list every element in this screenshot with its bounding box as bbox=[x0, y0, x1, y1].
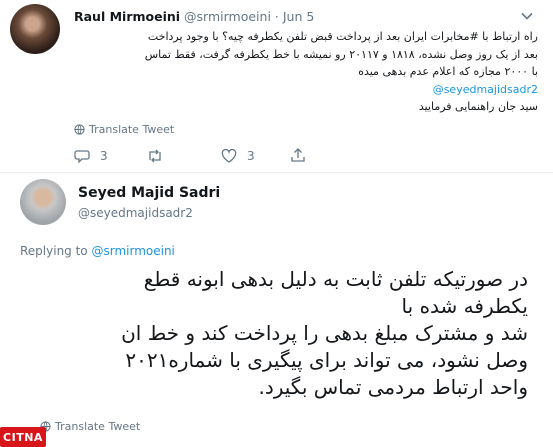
tweet1-text: راه ارتباط با #مخابرات ایران بعد از پردا… bbox=[66, 28, 538, 116]
translate-tweet[interactable]: Translate Tweet bbox=[74, 123, 174, 136]
tweet-line: واحد ارتباط مردمی تماس بگیرد. bbox=[258, 375, 528, 399]
share-icon bbox=[291, 148, 305, 162]
translate-tweet[interactable]: Translate Tweet bbox=[40, 420, 140, 433]
tweet-line: راه ارتباط با #مخابرات ایران بعد از پردا… bbox=[147, 30, 538, 43]
tweet2-text: در صورتیکه تلفن ثابت به دلیل بدهی ابونه … bbox=[20, 266, 528, 401]
tweet-date[interactable]: Jun 5 bbox=[283, 9, 314, 24]
replying-prefix: Replying to bbox=[20, 244, 88, 258]
chevron-down-icon[interactable] bbox=[520, 8, 534, 27]
divider bbox=[0, 172, 553, 173]
avatar[interactable] bbox=[10, 4, 60, 54]
tweet-line: وصل نشود، می تواند برای پیگیری با شماره۲… bbox=[125, 348, 528, 372]
avatar[interactable] bbox=[20, 179, 66, 225]
replying-to: Replying to @srmirmoeini bbox=[20, 244, 175, 258]
heart-icon bbox=[221, 149, 237, 163]
separator: · bbox=[274, 9, 279, 24]
mention-link[interactable]: @seyedmajidsadr2 bbox=[66, 81, 538, 99]
display-name[interactable]: Raul Mirmoeini bbox=[74, 9, 180, 24]
tweet-line: با ۲۰۰۰ مجازه که اعلام عدم بدهی میده bbox=[358, 65, 538, 78]
handle[interactable]: @srmirmoeini bbox=[184, 9, 271, 24]
citna-logo: CITNA bbox=[0, 427, 46, 447]
handle[interactable]: @seyedmajidsadr2 bbox=[78, 206, 193, 220]
tweet-line: در صورتیکه تلفن ثابت به دلیل بدهی ابونه … bbox=[143, 267, 528, 291]
replying-handle[interactable]: @srmirmoeini bbox=[91, 244, 174, 258]
retweet-button[interactable] bbox=[146, 149, 174, 163]
share-button[interactable] bbox=[290, 148, 306, 163]
like-count: 3 bbox=[247, 149, 255, 163]
translate-label: Translate Tweet bbox=[89, 123, 175, 136]
retweet-icon bbox=[149, 149, 161, 163]
like-button[interactable]: 3 bbox=[221, 149, 255, 163]
globe-icon bbox=[74, 124, 85, 135]
tweet-line: بعد از یک روز وصل نشده، ۱۸۱۸ و ۲۰۱۱۷ رو … bbox=[144, 47, 538, 61]
translate-label: Translate Tweet bbox=[55, 420, 141, 433]
tweet1-header: Raul Mirmoeini @srmirmoeini · Jun 5 bbox=[74, 9, 314, 24]
tweet-line: سید جان راهنمایی فرمایید bbox=[418, 100, 538, 113]
tweet-line: شد و مشترک مبلغ بدهی را پرداخت کند و خط … bbox=[121, 321, 528, 345]
reply-count: 3 bbox=[100, 149, 108, 163]
reply-icon bbox=[74, 150, 90, 163]
reply-button[interactable]: 3 bbox=[74, 149, 108, 163]
display-name[interactable]: Seyed Majid Sadri bbox=[78, 185, 220, 201]
tweet-line: یکطرفه شده با bbox=[401, 294, 528, 318]
